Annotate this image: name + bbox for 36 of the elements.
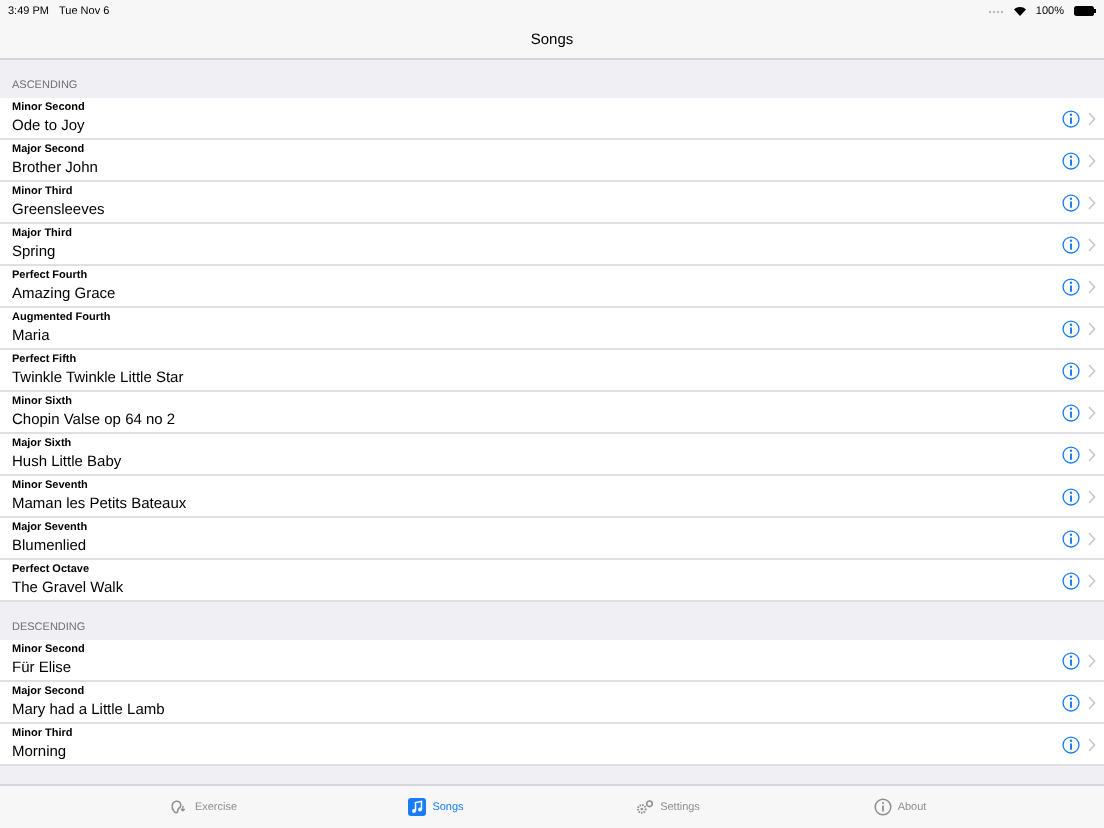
info-icon[interactable]	[1062, 487, 1080, 505]
info-icon[interactable]	[1062, 109, 1080, 127]
chevron-icon	[1088, 695, 1096, 709]
chevron-icon	[1088, 279, 1096, 293]
chevron-icon	[1088, 153, 1096, 167]
chevron-icon	[1088, 531, 1096, 545]
chevron-icon	[1088, 405, 1096, 419]
battery-icon	[1074, 6, 1096, 16]
info-icon[interactable]	[1062, 361, 1080, 379]
chevron-icon	[1088, 321, 1096, 335]
info-icon[interactable]	[1062, 277, 1080, 295]
chevron-icon	[1088, 111, 1096, 125]
wifi-icon	[1013, 6, 1026, 16]
chevron-icon	[1088, 489, 1096, 503]
info-icon	[873, 798, 892, 816]
info-icon[interactable]	[1062, 445, 1080, 463]
chevron-icon	[1088, 573, 1096, 587]
ear-icon	[170, 798, 189, 816]
info-icon[interactable]	[1062, 735, 1080, 753]
music-note-icon	[408, 798, 427, 816]
chevron-icon	[1088, 237, 1096, 251]
info-icon[interactable]	[1062, 693, 1080, 711]
chevron-icon	[1088, 737, 1096, 751]
info-icon[interactable]	[1062, 319, 1080, 337]
info-icon[interactable]	[1062, 651, 1080, 669]
chevron-icon	[1088, 653, 1096, 667]
chevron-icon	[1088, 195, 1096, 209]
info-icon[interactable]	[1062, 403, 1080, 421]
info-icon[interactable]	[1062, 193, 1080, 211]
info-icon[interactable]	[1062, 235, 1080, 253]
info-icon[interactable]	[1062, 529, 1080, 547]
info-icon[interactable]	[1062, 571, 1080, 589]
chevron-icon	[1088, 447, 1096, 461]
info-icon[interactable]	[1062, 151, 1080, 169]
chevron-icon	[1088, 363, 1096, 377]
gears-icon	[636, 798, 655, 816]
